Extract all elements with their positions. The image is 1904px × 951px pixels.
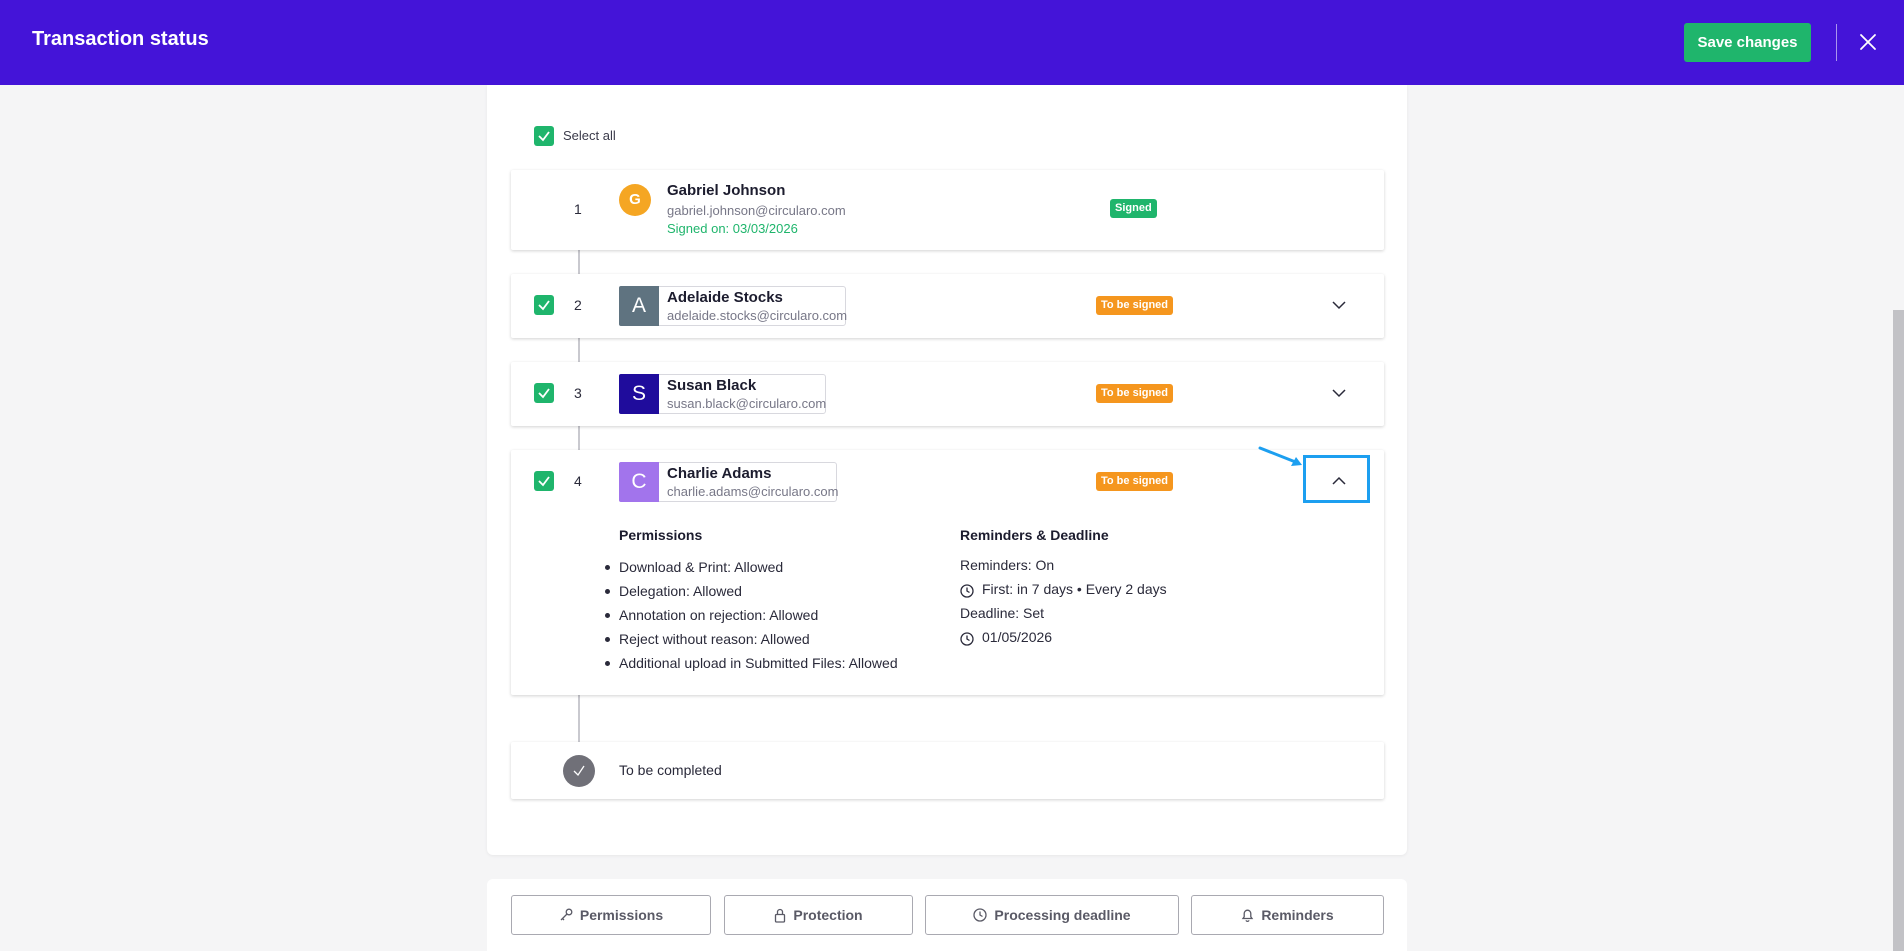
avatar: C — [619, 462, 659, 502]
button-content: Permissions — [512, 896, 710, 934]
chevron-down-icon — [1332, 301, 1346, 310]
expand-button[interactable] — [1331, 297, 1347, 313]
status-badge: To be signed — [1096, 472, 1174, 491]
status-badge: To be signed — [1096, 384, 1174, 403]
signer-name: Gabriel Johnson — [667, 182, 786, 199]
avatar: S — [619, 374, 659, 414]
signer-name: Susan Black — [667, 377, 757, 394]
check-icon — [573, 765, 585, 777]
button-label: Reminders — [1261, 907, 1334, 923]
list-item: Download & Print: Allowed — [605, 557, 898, 581]
signer-order: 3 — [574, 385, 582, 401]
list-item: Additional upload in Submitted Files: Al… — [605, 653, 898, 677]
list-item: Reject without reason: Allowed — [605, 629, 898, 653]
signer-email: gabriel.johnson@circularo.com — [667, 203, 846, 218]
signer-email: charlie.adams@circularo.com — [667, 484, 839, 499]
clock-icon — [973, 908, 988, 922]
bell-icon — [1242, 909, 1254, 922]
clock-icon — [960, 584, 974, 598]
completion-label: To be completed — [619, 762, 722, 778]
reminders-schedule: First: in 7 days • Every 2 days — [982, 581, 1167, 597]
highlight-box — [1303, 455, 1370, 503]
permissions-title: Permissions — [619, 527, 703, 543]
scrollbar-thumb[interactable] — [1893, 310, 1904, 951]
button-label: Processing deadline — [994, 907, 1131, 923]
avatar: A — [619, 286, 659, 326]
check-icon — [538, 300, 550, 311]
key-icon — [560, 908, 573, 921]
reminders-status: Reminders: On — [960, 557, 1055, 573]
page-title: Transaction status — [32, 28, 209, 50]
signer-chip[interactable]: S Susan Black susan.black@circularo.com — [619, 374, 826, 414]
header-divider — [1836, 24, 1837, 61]
timeline-connector — [578, 426, 580, 450]
select-all-checkbox[interactable] — [534, 126, 554, 146]
chevron-down-icon — [1332, 389, 1346, 398]
avatar: G — [619, 184, 651, 216]
status-badge: To be signed — [1096, 296, 1174, 315]
signer-chip[interactable]: A Adelaide Stocks adelaide.stocks@circul… — [619, 286, 848, 326]
close-button[interactable] — [1855, 29, 1881, 55]
signer-email: adelaide.stocks@circularo.com — [667, 308, 848, 323]
signer-order: 4 — [574, 473, 582, 489]
completion-icon — [563, 755, 595, 787]
signer-checkbox[interactable] — [534, 383, 554, 403]
select-all-label: Select all — [563, 128, 616, 143]
list-item: Delegation: Allowed — [605, 581, 898, 605]
deadline-status: Deadline: Set — [960, 605, 1045, 621]
reminders-button[interactable]: Reminders — [1191, 895, 1384, 935]
signer-name: Adelaide Stocks — [667, 289, 783, 306]
header-bar: Transaction status Save changes — [0, 0, 1904, 85]
expand-button[interactable] — [1331, 385, 1347, 401]
clock-icon — [960, 632, 974, 646]
deadline-date: 01/05/2026 — [982, 629, 1053, 645]
timeline-connector — [578, 338, 580, 362]
arrow-icon — [1258, 446, 1302, 466]
status-badge: Signed — [1110, 199, 1157, 218]
signer-name: Charlie Adams — [667, 465, 772, 482]
signer-order: 2 — [574, 297, 582, 313]
timeline-connector — [578, 250, 580, 274]
signer-checkbox[interactable] — [534, 295, 554, 315]
signer-email: susan.black@circularo.com — [667, 396, 827, 411]
button-label: Protection — [793, 907, 863, 923]
list-item: Annotation on rejection: Allowed — [605, 605, 898, 629]
button-label: Permissions — [579, 907, 664, 923]
save-changes-button[interactable]: Save changes — [1684, 23, 1811, 62]
button-content: Protection — [725, 896, 912, 934]
signed-on-date: Signed on: 03/03/2026 — [667, 221, 798, 236]
signer-checkbox[interactable] — [534, 471, 554, 491]
permissions-list: Download & Print: Allowed Delegation: Al… — [605, 557, 898, 677]
button-content: Processing deadline — [926, 896, 1178, 934]
lock-icon — [775, 908, 786, 923]
close-icon — [1860, 34, 1876, 50]
signer-chip[interactable]: C Charlie Adams charlie.adams@circularo.… — [619, 462, 839, 502]
processing-deadline-button[interactable]: Processing deadline — [925, 895, 1179, 935]
timeline-connector — [578, 695, 580, 742]
check-icon — [538, 476, 550, 487]
reminders-title: Reminders & Deadline — [960, 527, 1109, 543]
permissions-button[interactable]: Permissions — [511, 895, 711, 935]
check-icon — [538, 131, 550, 142]
button-content: Reminders — [1192, 896, 1383, 934]
signer-order: 1 — [574, 201, 582, 217]
protection-button[interactable]: Protection — [724, 895, 913, 935]
check-icon — [538, 388, 550, 399]
